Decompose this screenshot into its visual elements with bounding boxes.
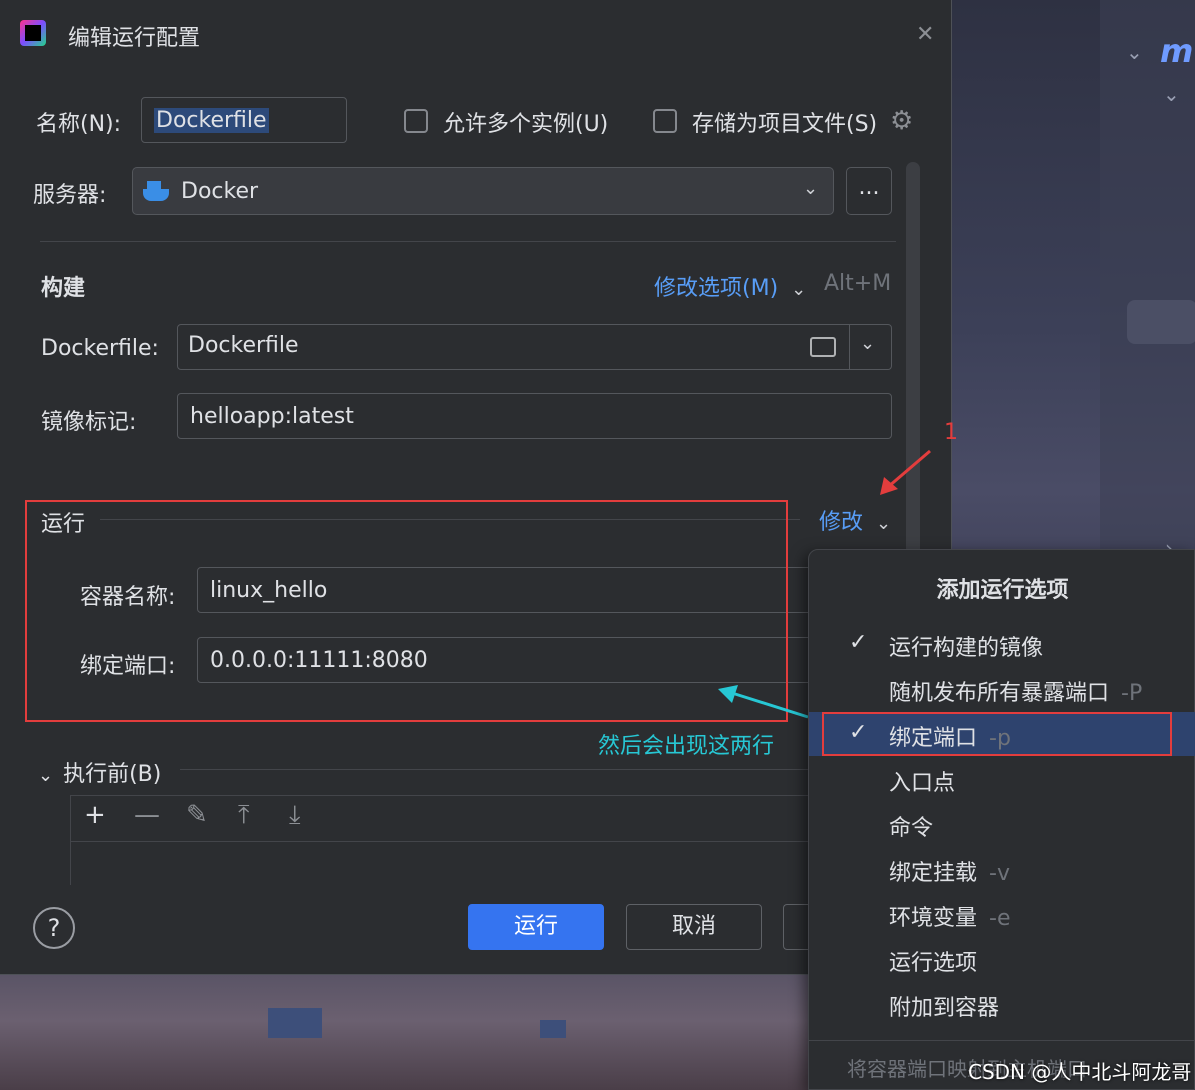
help-button[interactable]: ? bbox=[33, 907, 75, 949]
chevron-down-icon: ⌄ bbox=[38, 765, 54, 786]
chevron-down-icon: ⌄ bbox=[791, 279, 807, 300]
server-value: Docker bbox=[181, 178, 259, 204]
menu-item-bind-mounts[interactable]: 绑定挂载 -v bbox=[809, 847, 1195, 891]
background-editor-pane bbox=[1100, 0, 1195, 560]
dockerfile-label: Dockerfile: bbox=[41, 336, 159, 361]
divider bbox=[180, 769, 810, 770]
chevron-down-icon[interactable]: ⌄ bbox=[860, 333, 875, 354]
menu-item-entrypoint[interactable]: 入口点 bbox=[809, 757, 1195, 801]
store-as-file-label[interactable]: 存储为项目文件(S) bbox=[692, 106, 877, 138]
menu-item-label: 入口点 bbox=[889, 771, 956, 796]
menu-item-label: 命令 bbox=[889, 816, 934, 841]
name-label: 名称(N): bbox=[36, 112, 122, 137]
highlight-run-box bbox=[25, 500, 788, 722]
image-tag-label: 镜像标记: bbox=[41, 410, 137, 435]
chevron-down-icon: ⌄ bbox=[1126, 40, 1143, 64]
title-bar: 编辑运行配置 ✕ bbox=[0, 0, 952, 70]
run-button[interactable]: 运行 bbox=[468, 904, 604, 950]
add-run-options-popup: 添加运行选项 ✓ 运行构建的镜像 随机发布所有暴露端口 -P ✓ 绑定端口 -p 入… bbox=[808, 549, 1195, 1090]
name-field[interactable]: Dockerfile bbox=[141, 97, 347, 143]
menu-item-attach-container[interactable]: 附加到容器 bbox=[809, 982, 1195, 1026]
server-select[interactable]: Docker ⌄ bbox=[132, 167, 834, 215]
remove-icon[interactable]: — bbox=[134, 800, 160, 830]
background-letter: m bbox=[1160, 32, 1194, 70]
annotation-step-1: 1 bbox=[944, 420, 958, 445]
scrollbar[interactable] bbox=[906, 162, 920, 562]
menu-item-label: 绑定挂载 bbox=[889, 861, 978, 886]
add-icon[interactable]: + bbox=[84, 800, 106, 830]
background-sign bbox=[268, 1008, 322, 1038]
divider bbox=[70, 841, 830, 842]
cancel-button[interactable]: 取消 bbox=[626, 904, 762, 950]
server-more-button[interactable]: ... bbox=[846, 167, 892, 215]
annotation-arrow-red bbox=[880, 449, 931, 495]
before-launch-list bbox=[70, 795, 830, 885]
name-value: Dockerfile bbox=[154, 107, 269, 133]
dockerfile-value: Dockerfile bbox=[188, 333, 299, 358]
menu-item-run-built-image[interactable]: ✓ 运行构建的镜像 bbox=[809, 622, 1195, 666]
popup-title: 添加运行选项 bbox=[936, 578, 1069, 603]
highlight-bind-ports-item bbox=[822, 712, 1172, 756]
gear-icon[interactable]: ⚙ bbox=[890, 106, 913, 136]
before-launch-toggle[interactable]: ⌄ 执行前(B) bbox=[38, 756, 161, 788]
edit-icon[interactable]: ✎ bbox=[186, 800, 208, 830]
allow-multiple-checkbox[interactable] bbox=[404, 109, 428, 133]
modify-options-label: 修改选项(M) bbox=[654, 276, 779, 301]
menu-item-shortcut: -v bbox=[989, 861, 1010, 886]
dockerfile-field[interactable]: Dockerfile ⌄ bbox=[177, 324, 892, 370]
docker-icon bbox=[143, 181, 171, 201]
chevron-down-icon: ⌄ bbox=[1163, 82, 1180, 106]
menu-item-publish-all-ports[interactable]: 随机发布所有暴露端口 -P bbox=[809, 667, 1195, 711]
watermark: CSDN @人中北斗阿龙哥 bbox=[968, 1060, 1192, 1084]
chevron-down-icon: ⌄ bbox=[803, 178, 819, 199]
modify-options-shortcut: Alt+M bbox=[824, 271, 892, 296]
modify-link[interactable]: 修改 ⌄ bbox=[819, 504, 891, 536]
before-launch-label: 执行前(B) bbox=[63, 762, 162, 787]
menu-item-run-options[interactable]: 运行选项 bbox=[809, 937, 1195, 981]
background-sign bbox=[540, 1020, 566, 1038]
app-logo-icon bbox=[20, 20, 46, 46]
annotation-note: 然后会出现这两行 bbox=[598, 734, 775, 759]
folder-icon[interactable] bbox=[810, 337, 836, 357]
divider bbox=[849, 325, 850, 369]
server-label: 服务器: bbox=[33, 183, 107, 208]
menu-item-command[interactable]: 命令 bbox=[809, 802, 1195, 846]
close-icon[interactable]: ✕ bbox=[916, 22, 934, 47]
menu-item-shortcut: -P bbox=[1121, 681, 1143, 706]
store-as-file-checkbox[interactable] bbox=[653, 109, 677, 133]
menu-item-label: 运行构建的镜像 bbox=[889, 636, 1044, 661]
image-tag-field[interactable]: helloapp:latest bbox=[177, 393, 892, 439]
menu-item-label: 运行选项 bbox=[889, 951, 978, 976]
modify-options-link[interactable]: 修改选项(M) ⌄ bbox=[654, 270, 806, 302]
check-icon: ✓ bbox=[849, 630, 868, 655]
annotation-arrow-cyan bbox=[718, 685, 809, 719]
chevron-down-icon: ⌄ bbox=[876, 513, 892, 534]
allow-multiple-label[interactable]: 允许多个实例(U) bbox=[443, 106, 608, 138]
menu-item-env-vars[interactable]: 环境变量 -e bbox=[809, 892, 1195, 936]
build-section-title: 构建 bbox=[41, 276, 86, 301]
divider bbox=[40, 241, 896, 242]
menu-item-shortcut: -e bbox=[989, 906, 1011, 931]
move-up-icon[interactable]: ⤒ bbox=[238, 800, 250, 831]
menu-item-label: 附加到容器 bbox=[889, 996, 1000, 1021]
dialog-title: 编辑运行配置 bbox=[68, 26, 201, 51]
modify-label: 修改 bbox=[819, 510, 864, 535]
menu-item-label: 随机发布所有暴露端口 bbox=[889, 681, 1110, 706]
background-pill bbox=[1127, 300, 1195, 344]
menu-item-label: 环境变量 bbox=[889, 906, 978, 931]
move-down-icon[interactable]: ⤓ bbox=[289, 800, 301, 831]
